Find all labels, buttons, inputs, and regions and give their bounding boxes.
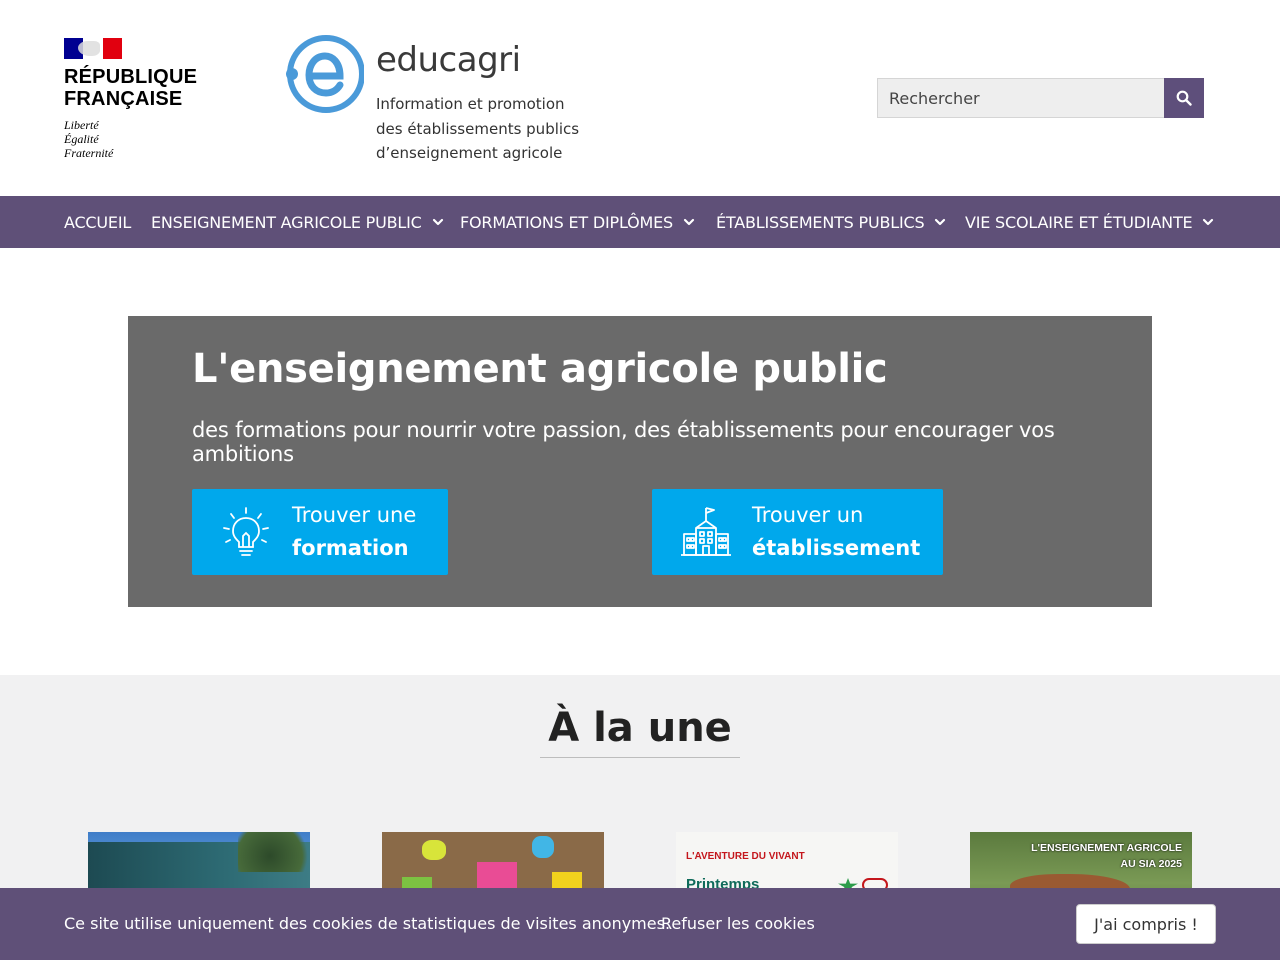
republique-francaise-logo[interactable]: RÉPUBLIQUE FRANÇAISE Liberté Égalité Fra… (64, 38, 214, 160)
tree-image (238, 832, 310, 872)
find-etablissement-line1: Trouver un (752, 503, 864, 527)
educagri-tagline: Information et promotion des établisseme… (376, 92, 616, 166)
nav-item-vie-scolaire-et-etudiante[interactable]: VIE SCOLAIRE ET ÉTUDIANTE (965, 196, 1215, 248)
sia-caption-line2: AU SIA 2025 (1120, 858, 1182, 870)
nav-item-etablissements-publics[interactable]: ÉTABLISSEMENTS PUBLICS (716, 196, 947, 248)
find-etablissement-label: Trouver un établissement (752, 499, 920, 565)
search-form (877, 78, 1204, 118)
chevron-down-icon (432, 218, 443, 226)
tagline-line-2: des établissements publics (376, 119, 580, 138)
sia-caption-line1: L'ENSEIGNEMENT AGRICOLE (1031, 842, 1182, 854)
rf-title-line2: FRANÇAISE (64, 88, 183, 110)
lightbulb-icon (223, 507, 269, 556)
cookie-message: Ce site utilise uniquement des cookies d… (64, 914, 671, 933)
main-navigation: ACCUEIL ENSEIGNEMENT AGRICOLE PUBLIC FOR… (0, 196, 1280, 248)
rf-motto-liberte: Liberté (64, 118, 99, 132)
rf-motto: Liberté Égalité Fraternité (64, 118, 214, 160)
find-formation-line2: formation (292, 536, 409, 560)
rf-motto-egalite: Égalité (64, 132, 99, 146)
find-etablissement-line2: établissement (752, 536, 921, 560)
rf-title-line1: RÉPUBLIQUE (64, 66, 198, 88)
search-input[interactable] (877, 78, 1164, 118)
a-la-une-title: À la une (548, 705, 732, 751)
aventure-du-vivant-logo: L'AVENTURE DU VIVANT (686, 851, 805, 862)
paper-ball-image (422, 840, 446, 860)
educagri-name: educagri (376, 40, 521, 80)
search-button[interactable] (1164, 78, 1204, 118)
marianne-flag-icon (64, 38, 122, 59)
accept-cookies-button[interactable]: J'ai compris ! (1076, 904, 1216, 944)
chevron-down-icon (1203, 218, 1214, 226)
nav-item-formations-et-diplomes[interactable]: FORMATIONS ET DIPLÔMES (460, 196, 696, 248)
tagline-line-3: d’enseignement agricole (376, 144, 563, 162)
nav-item-label: VIE SCOLAIRE ET ÉTUDIANTE (965, 212, 1193, 232)
cookie-banner: Ce site utilise uniquement des cookies d… (0, 888, 1280, 960)
find-formation-button[interactable]: Trouver une formation (192, 489, 448, 575)
nav-item-accueil[interactable]: ACCUEIL (64, 196, 131, 248)
nav-item-label: FORMATIONS ET DIPLÔMES (460, 212, 673, 232)
find-formation-line1: Trouver une (292, 503, 417, 527)
site-header: RÉPUBLIQUE FRANÇAISE Liberté Égalité Fra… (0, 0, 1280, 196)
educagri-e-logo-icon (286, 35, 364, 113)
paper-ball-image (532, 836, 554, 858)
nav-item-label: ACCUEIL (64, 212, 132, 232)
refuse-cookies-button[interactable]: Refuser les cookies (661, 914, 815, 933)
sia-caption: L'ENSEIGNEMENT AGRICOLE AU SIA 2025 (970, 840, 1192, 872)
rf-motto-fraternite: Fraternité (64, 146, 114, 160)
hero-subtitle: des formations pour nourrir votre passio… (192, 418, 1055, 466)
chevron-down-icon (683, 218, 695, 226)
title-underline (540, 757, 740, 758)
find-formation-label: Trouver une formation (292, 499, 416, 565)
hero-banner: L'enseignement agricole public des forma… (128, 316, 1152, 607)
nav-item-label: ENSEIGNEMENT AGRICOLE PUBLIC (151, 212, 422, 232)
chevron-down-icon (935, 218, 946, 226)
find-etablissement-button[interactable]: Trouver un établissement (652, 489, 943, 575)
search-icon (1176, 90, 1192, 106)
nav-item-label: ÉTABLISSEMENTS PUBLICS (716, 212, 925, 232)
nav-item-enseignement-agricole-public[interactable]: ENSEIGNEMENT AGRICOLE PUBLIC (151, 196, 445, 248)
hero-title: L'enseignement agricole public (192, 346, 888, 392)
school-building-icon (681, 507, 731, 556)
tagline-line-1: Information et promotion (376, 95, 565, 113)
